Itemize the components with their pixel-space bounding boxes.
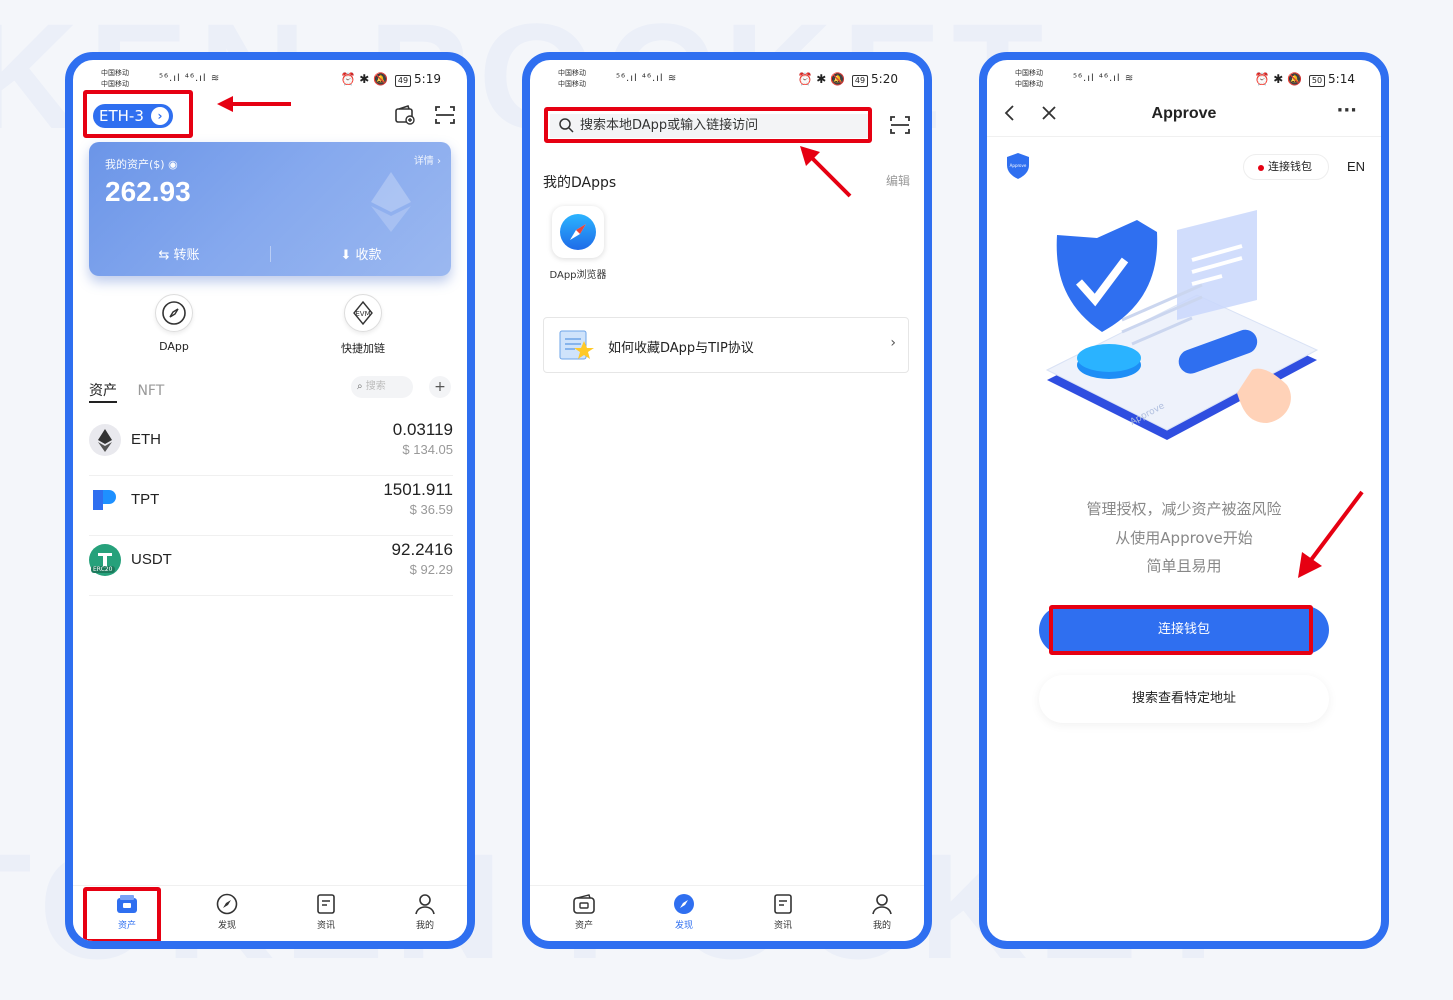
clock: 5:20 xyxy=(871,72,898,86)
guide-title: 如何收藏DApp与TIP协议 xyxy=(608,341,754,356)
signal-icon: ⁵⁶.ıl ⁴⁶.ıl ≋ xyxy=(1073,73,1135,84)
nav-me[interactable]: 我的 xyxy=(395,892,455,931)
page-title: Approve xyxy=(1151,105,1217,122)
status-icons: ⏰ ✱ 🔕 xyxy=(1254,72,1303,86)
dapp-tile-label: DApp浏览器 xyxy=(549,270,607,281)
asset-label: 我的资产($) xyxy=(105,158,165,171)
signal-icon: ⁵⁶.ıl ⁴⁶.ıl ≋ xyxy=(159,73,221,84)
phone-discover: 中国移动 中国移动 ⁵⁶.ıl ⁴⁶.ıl ≋ ⏰ ✱ 🔕 49 5:20 搜索本地… xyxy=(522,52,932,949)
tab-nft[interactable]: NFT xyxy=(137,383,164,399)
quick-label: 快捷加链 xyxy=(341,342,385,355)
guide-card[interactable]: 如何收藏DApp与TIP协议 › xyxy=(543,317,909,373)
asset-card[interactable]: 我的资产($) ◉ 详情 › 262.93 ⇆ 转账 ⬇ 收款 xyxy=(89,142,451,276)
tagline: 从使用Approve开始 xyxy=(1115,529,1253,547)
tab-assets[interactable]: 资产 xyxy=(89,383,117,403)
nav-discover[interactable]: 发现 xyxy=(654,892,714,931)
user-icon xyxy=(870,892,894,916)
clock: 5:14 xyxy=(1328,72,1355,86)
tpt-logo-icon xyxy=(89,484,121,516)
compass-icon xyxy=(155,294,193,332)
battery-icon: 49 xyxy=(851,75,869,87)
divider xyxy=(987,136,1381,137)
nav-discover[interactable]: 发现 xyxy=(197,892,257,931)
eye-icon[interactable]: ◉ xyxy=(168,158,178,171)
asset-tabs: 资产 NFT xyxy=(89,380,180,403)
wallet-add-icon[interactable] xyxy=(393,104,417,128)
more-icon[interactable]: ··· xyxy=(1336,100,1357,121)
quick-dapp[interactable]: DApp xyxy=(134,294,214,353)
phone-approve: 中国移动 中国移动 ⁵⁶.ıl ⁴⁶.ıl ≋ ⏰ ✱ 🔕 50 5:14 Appr… xyxy=(979,52,1389,949)
scan-icon[interactable] xyxy=(433,104,457,128)
language-toggle[interactable]: EN xyxy=(1347,159,1365,174)
nav-me[interactable]: 我的 xyxy=(852,892,912,931)
battery-icon: 50 xyxy=(1308,75,1326,87)
phone-wallet: 中国移动 中国移动 ⁵⁶.ıl ⁴⁶.ıl ≋ ⏰ ✱ 🔕 49 5:19 ETH-… xyxy=(65,52,475,949)
highlight-box xyxy=(83,887,161,941)
signal-icon: ⁵⁶.ıl ⁴⁶.ıl ≋ xyxy=(616,73,678,84)
total-balance: 262.93 xyxy=(105,176,191,207)
nav-assets[interactable]: 资产 xyxy=(554,892,614,931)
tagline: 简单且易用 xyxy=(1146,557,1222,575)
erc20-badge: ERC20 xyxy=(91,566,115,573)
status-dot xyxy=(1258,165,1264,171)
tagline: 管理授权，减少资产被盗风险 xyxy=(1086,500,1282,518)
compass-icon xyxy=(215,892,239,916)
asset-row[interactable]: TPT 1501.911 $ 36.59 xyxy=(89,476,453,536)
user-icon xyxy=(413,892,437,916)
section-title: 我的DApps xyxy=(543,175,617,191)
highlight-box xyxy=(544,107,872,143)
asset-row[interactable]: ETH 0.03119 $ 134.05 xyxy=(89,416,453,476)
clock: 5:19 xyxy=(414,72,441,86)
nav-news[interactable]: 资讯 xyxy=(753,892,813,931)
asset-search-input[interactable]: ⌕ 搜索 xyxy=(351,376,413,398)
quick-label: DApp xyxy=(159,340,189,353)
news-icon xyxy=(771,892,795,916)
status-bar: 中国移动 中国移动 ⁵⁶.ıl ⁴⁶.ıl ≋ ⏰ ✱ 🔕 50 5:14 xyxy=(1015,69,1355,88)
approve-illustration: Approve xyxy=(1045,210,1319,440)
bottom-nav: 资产 发现 资讯 我的 xyxy=(530,885,924,941)
highlight-box xyxy=(83,90,193,138)
svg-text:Approve: Approve xyxy=(1010,163,1027,168)
connect-wallet-pill[interactable]: 连接钱包 xyxy=(1243,154,1329,180)
add-token-button[interactable]: + xyxy=(429,376,451,398)
usdt-logo-icon: ERC20 xyxy=(89,544,121,576)
scan-icon[interactable] xyxy=(888,114,912,138)
search-address-button[interactable]: 搜索查看特定地址 xyxy=(1039,675,1329,723)
status-icons: ⏰ ✱ 🔕 xyxy=(797,72,846,86)
highlight-box xyxy=(1049,605,1313,655)
eth-logo-icon xyxy=(89,424,121,456)
wallet-icon xyxy=(572,892,596,916)
ethereum-watermark-icon xyxy=(371,172,411,232)
news-icon xyxy=(314,892,338,916)
safari-compass-icon xyxy=(552,206,604,258)
compass-icon xyxy=(672,892,696,916)
battery-icon: 49 xyxy=(394,75,412,87)
transfer-button[interactable]: ⇆ 转账 xyxy=(89,244,269,263)
status-icons: ⏰ ✱ 🔕 xyxy=(340,72,389,86)
quick-add-chain[interactable]: EVM 快捷加链 xyxy=(323,294,403,356)
nav-news[interactable]: 资讯 xyxy=(296,892,356,931)
approve-logo: Approve xyxy=(1005,152,1031,184)
edit-button[interactable]: 编辑 xyxy=(886,172,910,189)
chevron-right-icon: › xyxy=(890,335,896,351)
evm-icon: EVM xyxy=(344,294,382,332)
dapp-browser-tile[interactable]: DApp浏览器 xyxy=(543,206,613,281)
receive-button[interactable]: ⬇ 收款 xyxy=(271,244,451,263)
detail-link[interactable]: 详情 › xyxy=(414,152,441,167)
asset-row[interactable]: ERC20 USDT 92.2416 $ 92.29 xyxy=(89,536,453,596)
search-icon: ⌕ xyxy=(357,381,363,392)
status-bar: 中国移动 中国移动 ⁵⁶.ıl ⁴⁶.ıl ≋ ⏰ ✱ 🔕 49 5:20 xyxy=(558,69,898,88)
svg-text:EVM: EVM xyxy=(355,310,370,318)
star-document-icon xyxy=(559,330,594,360)
